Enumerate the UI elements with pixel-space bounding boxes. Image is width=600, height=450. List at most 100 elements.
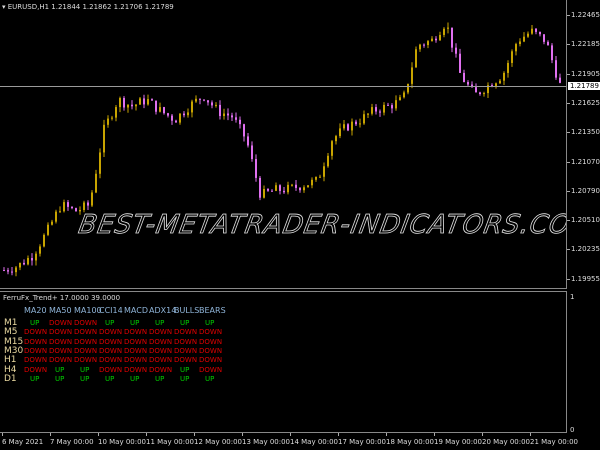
candle-body bbox=[359, 123, 361, 125]
column-header: CCI14 bbox=[99, 306, 123, 315]
candle-body bbox=[227, 113, 229, 116]
price-tick bbox=[567, 278, 570, 280]
candle-body bbox=[215, 104, 217, 106]
trend-cell: DOWN bbox=[124, 346, 148, 355]
price-axis[interactable]: 1.22465 1.22185 1.21905 1.21625 1.21350 1.210… bbox=[567, 0, 600, 290]
trend-cell: UP bbox=[180, 374, 190, 383]
price-tick bbox=[567, 73, 570, 75]
candle-body bbox=[151, 99, 153, 101]
candle-body bbox=[399, 97, 401, 101]
candle-body bbox=[231, 115, 233, 118]
trend-cell: DOWN bbox=[74, 356, 98, 365]
candle-body bbox=[291, 184, 293, 186]
trend-cell: DOWN bbox=[199, 328, 223, 337]
candle-body bbox=[127, 104, 129, 108]
trend-cell: UP bbox=[180, 319, 190, 327]
trend-cell: DOWN bbox=[99, 365, 123, 374]
candle-body bbox=[515, 44, 517, 52]
candle-body bbox=[95, 173, 97, 193]
candle-body bbox=[507, 62, 509, 73]
candle-body bbox=[147, 99, 149, 105]
time-tick bbox=[482, 433, 483, 436]
time-tick bbox=[386, 433, 387, 436]
price-label: 1.20510 bbox=[571, 216, 600, 225]
trend-cell: UP bbox=[55, 365, 65, 374]
candle-body bbox=[203, 99, 205, 101]
time-axis[interactable]: 6 May 2021 7 May 00:00 10 May 00:00 11 May … bbox=[0, 433, 578, 450]
trend-cell: DOWN bbox=[199, 365, 223, 374]
candle-body bbox=[235, 117, 237, 120]
candle-body bbox=[23, 262, 25, 265]
candle-body bbox=[275, 185, 277, 191]
candle-body bbox=[139, 98, 141, 105]
price-label: 1.21350 bbox=[571, 128, 600, 137]
candle-body bbox=[3, 270, 5, 272]
price-tick bbox=[567, 44, 570, 46]
time-label: 6 May 2021 bbox=[2, 438, 44, 446]
price-tick bbox=[567, 249, 570, 251]
trend-cell: DOWN bbox=[74, 337, 98, 346]
trend-cell: DOWN bbox=[199, 346, 223, 355]
candle-body bbox=[463, 72, 465, 83]
candle-body bbox=[523, 36, 525, 42]
trend-cell: DOWN bbox=[99, 356, 123, 365]
trend-cell: DOWN bbox=[174, 356, 198, 365]
candle-body bbox=[467, 82, 469, 85]
candle-body bbox=[451, 27, 453, 48]
candle-body bbox=[403, 92, 405, 98]
trend-cell: DOWN bbox=[149, 337, 173, 346]
time-tick bbox=[50, 433, 51, 436]
indicator-title: FerruFx_Trend+ 17.0000 39.0000 bbox=[3, 294, 121, 302]
trend-cell: DOWN bbox=[24, 365, 48, 374]
time-label: 19 May 00:00 bbox=[434, 438, 483, 446]
current-price-line bbox=[0, 86, 566, 87]
candle-body bbox=[271, 190, 273, 192]
indicator-pane[interactable]: FerruFx_Trend+ 17.0000 39.0000 MA20 MA50 M… bbox=[0, 291, 567, 433]
price-tick bbox=[567, 132, 570, 134]
candle-body bbox=[123, 98, 125, 108]
candle-body bbox=[103, 124, 105, 153]
candle-body bbox=[131, 104, 133, 107]
candle-body bbox=[503, 72, 505, 81]
column-header: MACD bbox=[124, 306, 148, 315]
candle-body bbox=[431, 38, 433, 42]
candle-body bbox=[535, 28, 537, 32]
candle-body bbox=[115, 107, 117, 118]
candle-body bbox=[415, 49, 417, 68]
candle-body bbox=[219, 104, 221, 117]
time-label: 13 May 00:00 bbox=[242, 438, 291, 446]
candle-body bbox=[143, 98, 145, 105]
candle-body bbox=[331, 141, 333, 156]
candle-body bbox=[243, 124, 245, 137]
candle-body bbox=[459, 53, 461, 73]
trend-cell: DOWN bbox=[24, 346, 48, 355]
trend-cell: DOWN bbox=[174, 337, 198, 346]
trend-cell: UP bbox=[155, 319, 165, 327]
candle-body bbox=[15, 267, 17, 273]
timeframe-label: D1 bbox=[4, 373, 17, 384]
price-chart[interactable]: BEST-METATRADER-INDICATORS.COM ▾ EURUSD,… bbox=[0, 0, 567, 289]
trend-cell: UP bbox=[105, 374, 115, 383]
time-tick bbox=[290, 433, 291, 436]
candle-body bbox=[447, 27, 449, 29]
time-label: 20 May 00:00 bbox=[482, 438, 531, 446]
candle-body bbox=[247, 136, 249, 146]
candle-body bbox=[371, 107, 373, 114]
price-tick bbox=[567, 220, 570, 222]
candle-body bbox=[379, 111, 381, 113]
trend-cell: UP bbox=[30, 374, 40, 383]
candle-body bbox=[439, 34, 441, 41]
candle-body bbox=[315, 176, 317, 180]
candle-body bbox=[479, 92, 481, 95]
candle-body bbox=[35, 253, 37, 261]
trend-cell: UP bbox=[30, 319, 40, 327]
candle-body bbox=[279, 185, 281, 191]
candle-body bbox=[327, 155, 329, 167]
candle-body bbox=[375, 107, 377, 112]
price-label: 1.21625 bbox=[571, 98, 600, 107]
time-tick bbox=[146, 433, 147, 436]
candle-body bbox=[199, 98, 201, 100]
candle-body bbox=[551, 45, 553, 61]
trend-cell: UP bbox=[80, 365, 90, 374]
trend-cell: DOWN bbox=[124, 365, 148, 374]
